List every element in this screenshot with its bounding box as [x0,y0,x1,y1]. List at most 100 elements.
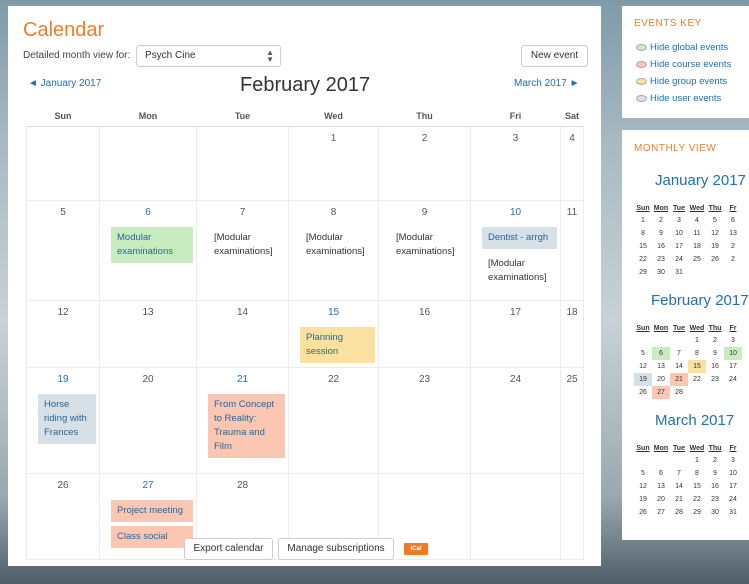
mini-day[interactable]: 15 [688,360,706,373]
calendar-event[interactable]: Class social [111,525,193,548]
events-key-item[interactable]: Hide user events [636,93,721,104]
mini-day[interactable]: 8 [688,467,706,480]
mini-day[interactable]: 19 [634,373,652,386]
day-cell[interactable]: 8 [Modular examinations] [288,199,379,301]
mini-day[interactable]: 13 [724,227,742,240]
mini-day[interactable]: 8 [634,227,652,240]
calendar-event[interactable]: Project meeting [111,499,193,522]
calendar-event[interactable]: Horse riding with Frances [38,393,96,444]
mini-month-title[interactable]: February 2017 [651,292,749,309]
mini-day[interactable]: 6 [652,347,670,360]
mini-day[interactable]: 1 [688,334,706,347]
mini-day[interactable]: 5 [634,347,652,360]
mini-day[interactable]: 1 [634,214,652,227]
calendar-event[interactable]: [Modular examinations] [300,227,375,263]
mini-day[interactable]: 7 [670,347,688,360]
events-key-item[interactable]: Hide group events [636,76,727,87]
day-cell[interactable]: 11 [560,199,584,301]
export-calendar-button[interactable]: Export calendar [184,538,273,560]
calendar-event[interactable]: Dentist - arrgh [482,226,557,249]
mini-day[interactable]: 24 [724,493,742,506]
mini-day[interactable]: 29 [634,266,652,279]
day-cell[interactable]: 19 Horse riding with Frances [26,366,100,474]
day-cell[interactable]: 3 [470,125,561,201]
mini-day[interactable]: 18 [688,240,706,253]
mini-day[interactable]: 27 [652,506,670,519]
mini-month-title[interactable]: March 2017 [655,412,734,429]
prev-month-link[interactable]: ◄ January 2017 [28,78,101,89]
mini-day[interactable]: 20 [652,493,670,506]
mini-month-title[interactable]: January 2017 [655,172,746,189]
mini-day[interactable]: 9 [652,227,670,240]
day-cell[interactable]: 15 Planning session [288,299,379,368]
mini-day[interactable]: 23 [652,253,670,266]
next-month-link[interactable]: March 2017 ► [514,78,579,89]
day-cell[interactable]: 1 [288,125,379,201]
mini-day[interactable]: 6 [724,214,742,227]
manage-subscriptions-button[interactable]: Manage subscriptions [278,538,394,560]
day-cell[interactable]: 12 [26,299,100,368]
events-key-label[interactable]: Hide global events [650,42,728,53]
mini-day[interactable]: 6 [652,467,670,480]
course-select[interactable]: Psych Cine ▲ ▼ [136,45,281,67]
mini-day[interactable]: 2 [652,214,670,227]
day-cell[interactable]: 5 [26,199,100,301]
mini-day[interactable]: 8 [688,347,706,360]
day-cell[interactable]: 23 [378,366,471,474]
day-cell[interactable]: 7 [Modular examinations] [196,199,289,301]
day-number[interactable]: 6 [100,207,196,223]
mini-day[interactable]: 24 [670,253,688,266]
mini-day[interactable]: 13 [652,360,670,373]
day-cell[interactable]: 13 [99,299,197,368]
mini-day[interactable]: 16 [706,360,724,373]
mini-day[interactable]: 11 [688,227,706,240]
mini-day[interactable]: 12 [634,360,652,373]
mini-day[interactable]: 25 [688,253,706,266]
mini-day[interactable]: 12 [634,480,652,493]
mini-day[interactable]: 21 [670,373,688,386]
calendar-event[interactable]: [Modular examinations] [390,227,467,263]
day-cell[interactable]: 21 From Concept to Reality: Trauma and Fi… [196,366,289,474]
mini-day[interactable]: 17 [670,240,688,253]
mini-day[interactable]: 29 [688,506,706,519]
mini-day[interactable]: 30 [706,506,724,519]
calendar-event[interactable]: Planning session [300,326,375,363]
ical-badge[interactable]: iCal [404,543,428,555]
day-cell[interactable]: 22 [288,366,379,474]
day-cell[interactable]: 26 [26,472,100,560]
mini-day[interactable]: 17 [724,480,742,493]
events-key-label[interactable]: Hide course events [650,59,731,70]
mini-day[interactable]: 2 [706,454,724,467]
events-key-label[interactable]: Hide user events [650,93,721,104]
mini-day[interactable]: 31 [670,266,688,279]
mini-day[interactable]: 20 [652,373,670,386]
mini-day[interactable]: 19 [706,240,724,253]
day-cell[interactable]: 25 [560,366,584,474]
mini-day[interactable]: 1 [688,454,706,467]
mini-day[interactable]: 28 [670,506,688,519]
calendar-event[interactable]: [Modular examinations] [208,227,285,263]
day-cell[interactable]: 9 [Modular examinations] [378,199,471,301]
mini-day[interactable]: 22 [688,493,706,506]
day-number[interactable]: 19 [27,374,99,390]
day-cell[interactable]: 14 [196,299,289,368]
mini-day[interactable]: 5 [706,214,724,227]
new-event-button[interactable]: New event [521,45,588,67]
mini-day[interactable]: 16 [706,480,724,493]
mini-day[interactable]: 14 [670,360,688,373]
mini-day[interactable]: 30 [652,266,670,279]
day-cell[interactable]: 16 [378,299,471,368]
mini-day[interactable]: 14 [670,480,688,493]
day-number[interactable]: 15 [289,307,378,323]
mini-day[interactable]: 9 [706,347,724,360]
day-number[interactable]: 21 [197,374,288,390]
mini-day[interactable]: 15 [634,240,652,253]
day-number[interactable]: 10 [471,207,560,223]
mini-day[interactable]: 3 [670,214,688,227]
mini-day[interactable]: 9 [706,467,724,480]
events-key-label[interactable]: Hide group events [650,76,727,87]
calendar-event[interactable]: Modular examinations [111,226,193,263]
mini-day[interactable]: 10 [670,227,688,240]
day-cell[interactable]: 10 Dentist - arrgh [Modular examinations] [470,199,561,301]
day-cell[interactable]: 2 [378,125,471,201]
